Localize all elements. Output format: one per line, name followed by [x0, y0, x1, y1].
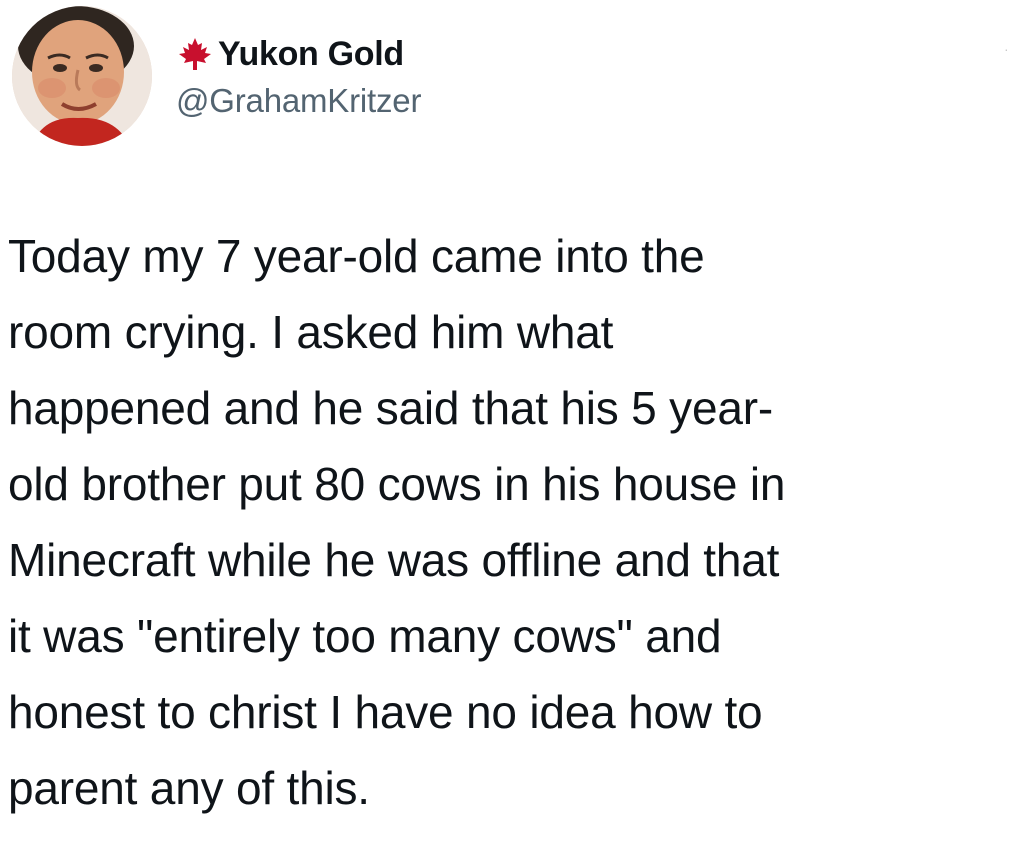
- author-handle[interactable]: @GrahamKritzer: [176, 82, 421, 120]
- avatar[interactable]: [12, 6, 152, 146]
- display-name: Yukon Gold: [218, 34, 404, 73]
- tweet-text-line: Minecraft while he was offline and that: [8, 534, 780, 586]
- display-name-row[interactable]: Yukon Gold: [176, 32, 421, 76]
- tweet-text-line: Today my 7 year-old came into the: [8, 230, 705, 282]
- author-names: Yukon Gold @GrahamKritzer: [176, 32, 421, 120]
- tweet-text-line: parent any of this.: [8, 762, 370, 814]
- tweet-text-line: honest to christ I have no idea how to: [8, 686, 763, 738]
- maple-leaf-icon: [176, 36, 214, 72]
- more-options-icon[interactable]: ·: [1004, 42, 1014, 56]
- avatar-image: [12, 6, 152, 146]
- tweet-text-line: happened and he said that his 5 year-: [8, 382, 773, 434]
- tweet-text: Today my 7 year-old came into the room c…: [8, 218, 1022, 826]
- tweet: Yukon Gold @GrahamKritzer · Today my 7 y…: [0, 0, 1026, 855]
- tweet-text-line: it was "entirely too many cows" and: [8, 610, 722, 662]
- tweet-text-line: old brother put 80 cows in his house in: [8, 458, 786, 510]
- tweet-header: Yukon Gold @GrahamKritzer ·: [8, 6, 1018, 156]
- tweet-text-line: room crying. I asked him what: [8, 306, 614, 358]
